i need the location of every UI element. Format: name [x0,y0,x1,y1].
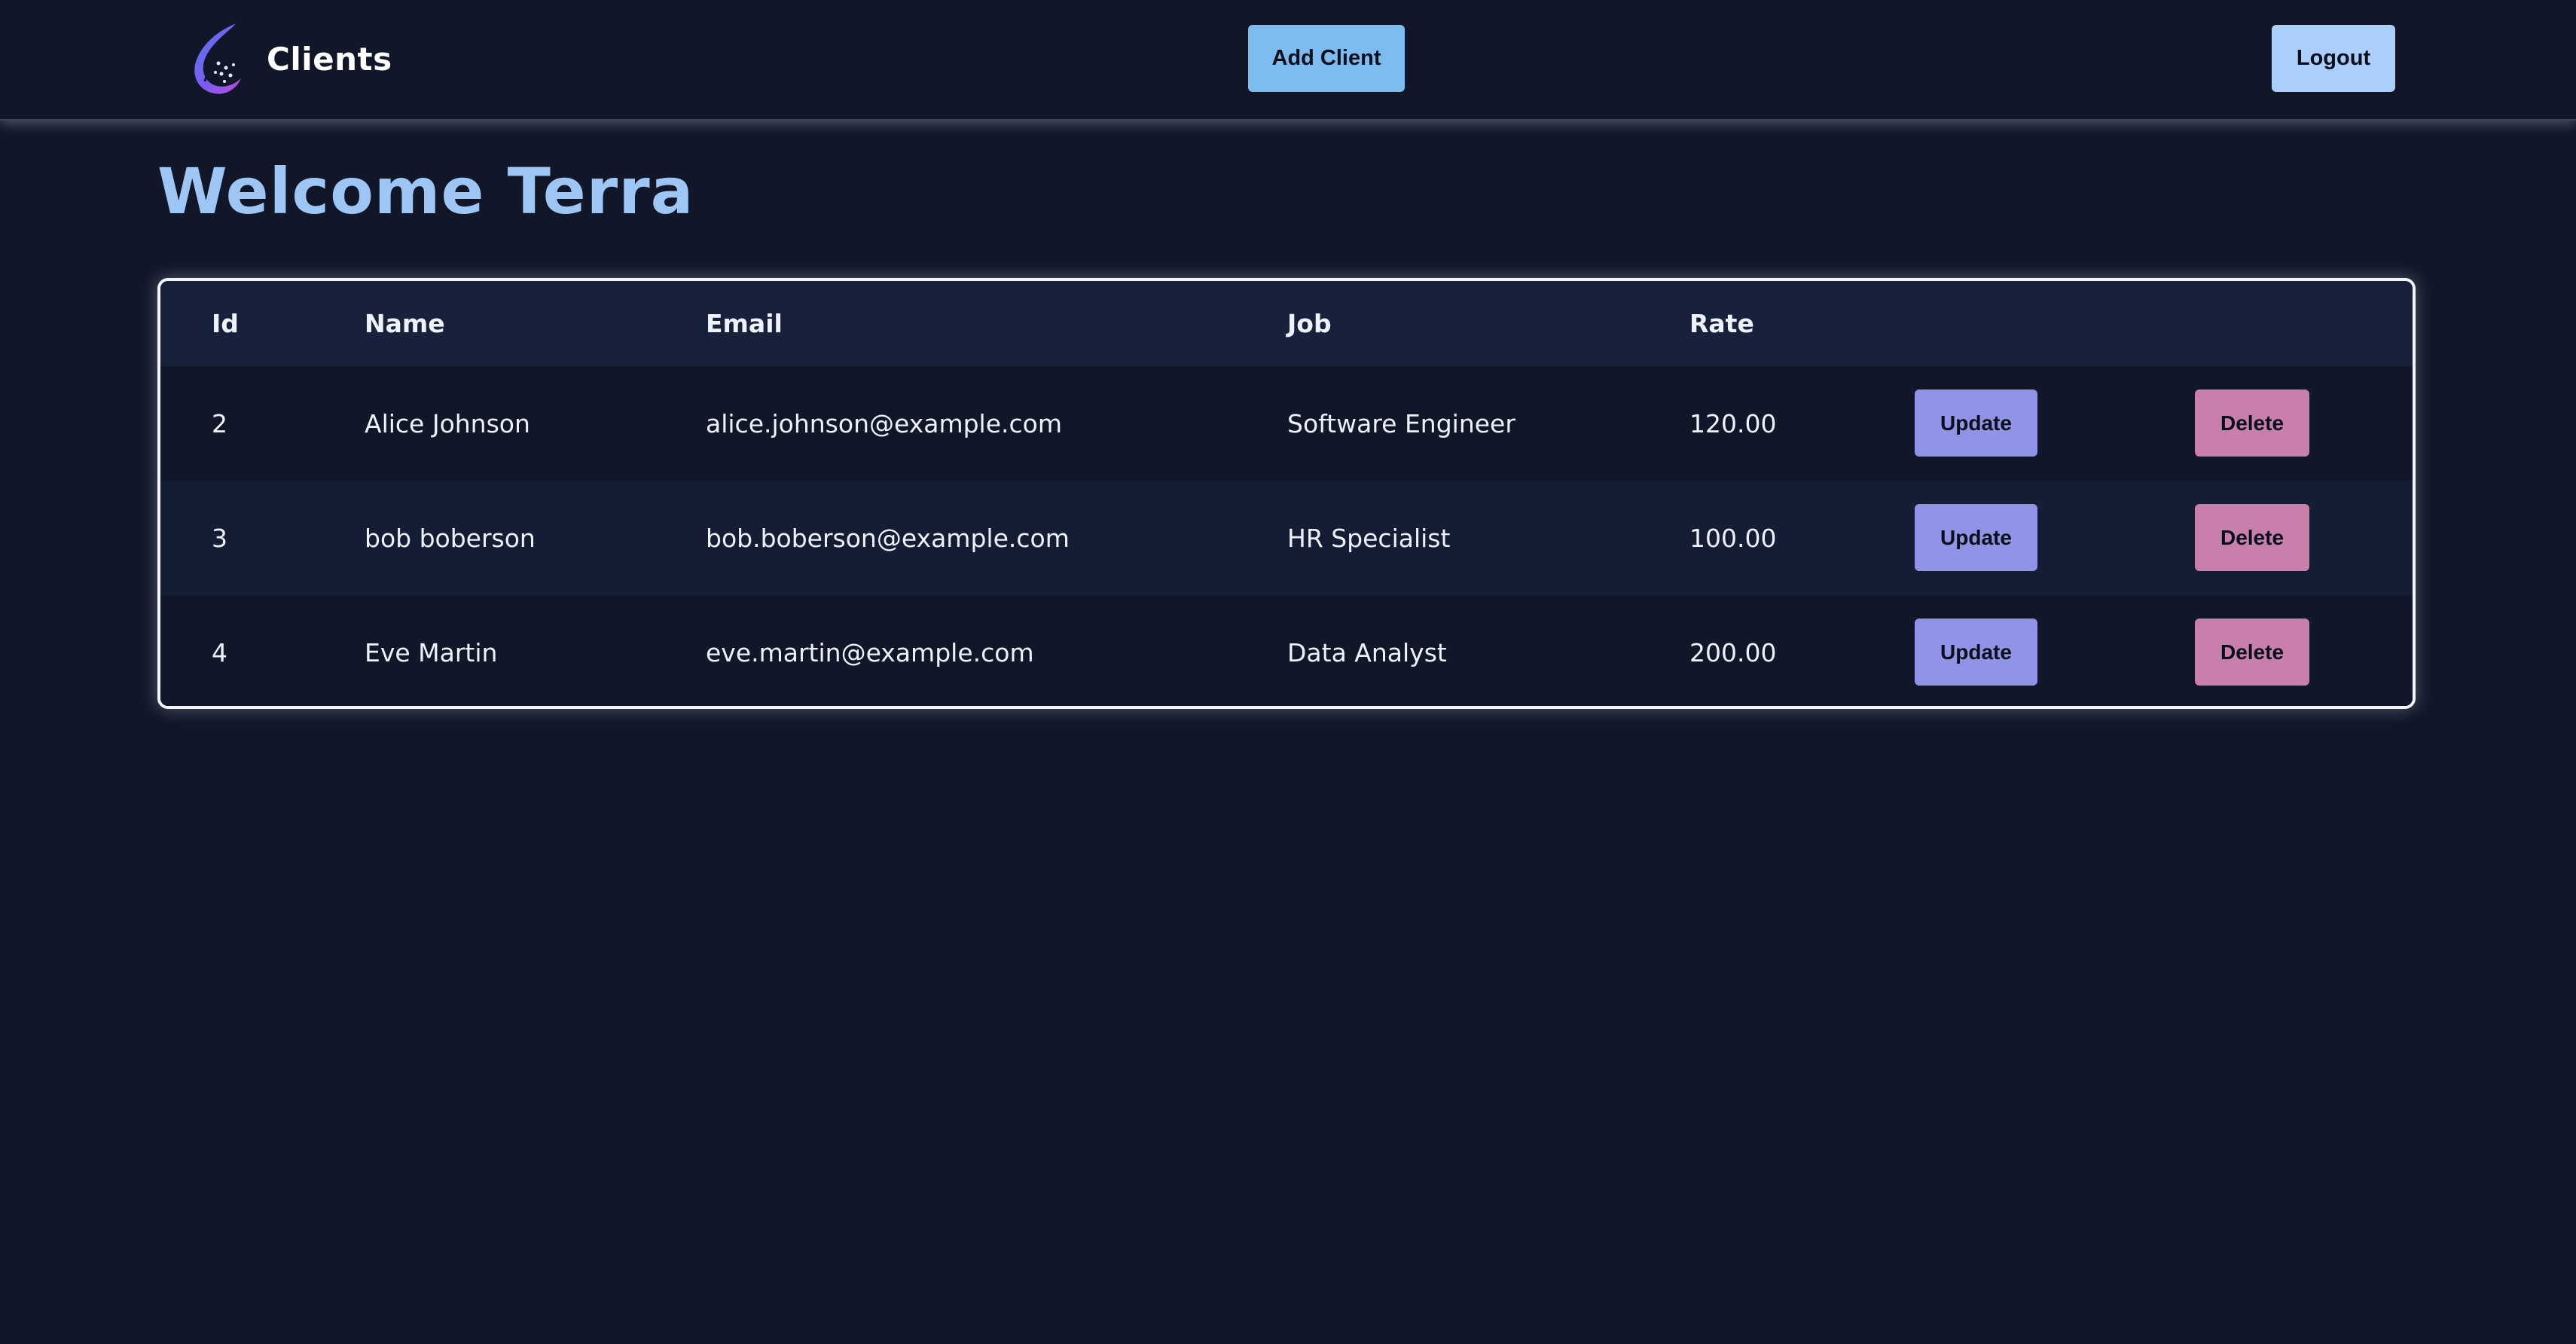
table-row: 2 Alice Johnson alice.johnson@example.co… [160,366,2413,481]
feather-quill-logo-icon [194,21,241,94]
delete-button[interactable]: Delete [2195,389,2309,457]
delete-button[interactable]: Delete [2195,619,2309,686]
column-header-name: Name [365,309,445,338]
add-client-button[interactable]: Add Client [1248,25,1405,92]
column-header-email: Email [706,309,783,338]
cell-name: Eve Martin [365,637,498,667]
cell-email: bob.boberson@example.com [706,523,1070,553]
navbar-title: Clients [267,40,392,78]
cell-rate: 200.00 [1689,637,1777,667]
brand[interactable]: Clients [188,18,392,99]
column-header-id: Id [212,309,239,338]
delete-button[interactable]: Delete [2195,504,2309,571]
cell-job: Data Analyst [1287,637,1447,667]
cell-email: eve.martin@example.com [706,637,1034,667]
cell-id: 4 [212,637,227,667]
table-header-row: Id Name Email Job Rate [160,281,2413,366]
cell-job: Software Engineer [1287,408,1515,438]
update-button[interactable]: Update [1915,504,2037,571]
column-header-job: Job [1287,309,1332,338]
cell-rate: 100.00 [1689,523,1777,553]
update-button[interactable]: Update [1915,619,2037,686]
cell-id: 2 [212,408,227,438]
page-title: Welcome Terra [157,154,694,228]
cell-id: 3 [212,523,227,553]
cell-rate: 120.00 [1689,408,1777,438]
cell-name: bob boberson [365,523,536,553]
table-row: 4 Eve Martin eve.martin@example.com Data… [160,595,2413,706]
cell-email: alice.johnson@example.com [706,408,1062,438]
table-row: 3 bob boberson bob.boberson@example.com … [160,481,2413,595]
top-navbar: Clients Add Client Logout [0,0,2576,121]
column-header-rate: Rate [1689,309,1754,338]
clients-table: Id Name Email Job Rate 2 Alice Johnson a… [157,278,2416,709]
update-button[interactable]: Update [1915,389,2037,457]
logout-button[interactable]: Logout [2272,25,2395,92]
cell-job: HR Specialist [1287,523,1451,553]
cell-name: Alice Johnson [365,408,530,438]
